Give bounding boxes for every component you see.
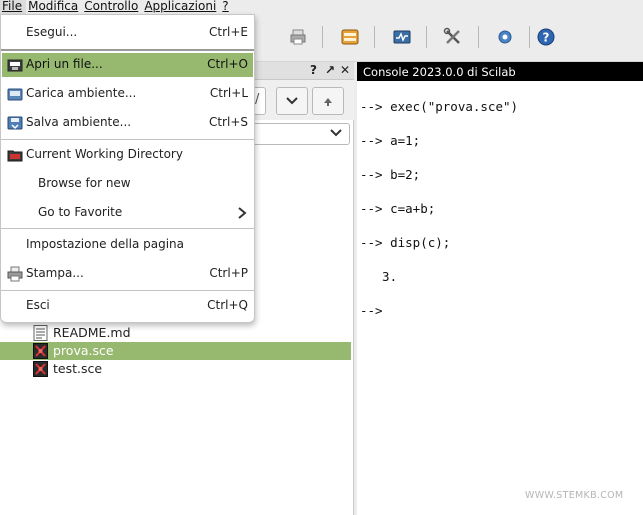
console-line: --> a=1; — [360, 133, 421, 148]
console-line: --> b=2; — [360, 167, 421, 182]
menu-item-shortcut: Ctrl+P — [209, 266, 248, 280]
menu-controllo[interactable]: Controllo — [82, 0, 142, 14]
print-icon[interactable] — [286, 25, 310, 49]
folder-up-icon — [324, 98, 332, 106]
watermark: WWW.STEMKB.COM — [525, 490, 624, 501]
open-file-icon — [7, 59, 23, 72]
help-icon[interactable]: ? — [534, 25, 558, 49]
svg-text:?: ? — [543, 31, 550, 45]
menu-help[interactable]: ? — [220, 0, 232, 14]
menu-item-label: Salva ambiente... — [26, 115, 132, 129]
menu-item-label: Apri un file... — [26, 57, 103, 71]
menu-modifica[interactable]: Modifica — [26, 0, 82, 14]
file-menu-dropdown: Esegui... Ctrl+E Apri un file... Ctrl+O … — [0, 14, 255, 323]
menu-item-label: Impostazione della pagina — [26, 237, 184, 251]
menu-item-esci[interactable]: Esci Ctrl+Q — [2, 294, 253, 318]
menu-applicazioni[interactable]: Applicazioni — [142, 0, 220, 14]
tools-icon[interactable] — [441, 25, 465, 49]
menu-item-label: Browse for new — [38, 176, 131, 190]
menu-item-current-working-directory[interactable]: Current Working Directory — [2, 143, 253, 167]
panel-help-button[interactable]: ? — [310, 63, 317, 77]
menu-item-label: Carica ambiente... — [26, 86, 137, 100]
load-environment-icon — [7, 88, 23, 101]
folder-icon — [7, 150, 23, 162]
file-name: README.md — [53, 325, 131, 340]
toolbar-separator — [529, 26, 530, 48]
console-line: --> exec("prova.sce") — [360, 99, 519, 114]
menu-item-apri-file[interactable]: Apri un file... Ctrl+O — [2, 53, 253, 77]
panel-close-button[interactable]: ✕ — [340, 63, 350, 77]
file-name: prova.sce — [53, 343, 114, 358]
chevron-right-icon — [238, 207, 247, 219]
toolbar-separator — [374, 26, 375, 48]
xcos-icon[interactable] — [390, 25, 414, 49]
text-file-icon — [33, 325, 48, 341]
menu-separator — [1, 49, 254, 51]
menu-item-label: Esegui... — [26, 25, 78, 39]
scilab-file-icon — [33, 361, 48, 377]
menu-item-browse-for-new[interactable]: Browse for new — [2, 172, 253, 196]
toolbar-separator — [478, 26, 479, 48]
scilab-file-icon — [33, 343, 48, 359]
sci-notes-icon[interactable] — [338, 25, 362, 49]
menu-item-label: Stampa... — [26, 266, 84, 280]
menu-item-shortcut: Ctrl+S — [208, 115, 248, 129]
menu-separator — [1, 139, 254, 140]
toolbar-separator — [426, 26, 427, 48]
panel-undock-button[interactable]: ↗ — [325, 63, 335, 77]
save-environment-icon — [7, 116, 23, 130]
toolbar-separator — [322, 26, 323, 48]
path-fragment: / — [255, 92, 260, 107]
menu-item-esegui[interactable]: Esegui... Ctrl+E — [2, 21, 253, 45]
path-history-button[interactable] — [276, 87, 308, 115]
menu-separator — [1, 290, 254, 291]
console-panel[interactable]: Console 2023.0.0 di Scilab --> exec("pro… — [357, 62, 643, 515]
file-name: test.sce — [53, 361, 103, 376]
menu-item-carica-ambiente[interactable]: Carica ambiente... Ctrl+L — [2, 82, 253, 106]
menu-item-go-to-favorite[interactable]: Go to Favorite — [2, 201, 253, 225]
module-manager-icon[interactable] — [493, 25, 517, 49]
console-output: 3. — [367, 269, 398, 284]
file-row-readme[interactable]: README.md — [0, 324, 351, 342]
menu-item-shortcut: Ctrl+L — [209, 86, 248, 100]
menu-item-shortcut: Ctrl+O — [207, 57, 248, 71]
console-title: Console 2023.0.0 di Scilab — [357, 62, 643, 81]
chevron-down-icon — [286, 97, 298, 105]
file-row-test[interactable]: test.sce — [0, 360, 351, 378]
file-row-prova[interactable]: prova.sce — [0, 342, 351, 360]
menu-item-shortcut: Ctrl+E — [209, 25, 248, 39]
menu-item-shortcut: Ctrl+Q — [207, 298, 248, 312]
menu-item-label: Go to Favorite — [38, 205, 123, 219]
menubar: File Modifica Controllo Applicazioni ? — [0, 0, 643, 14]
menu-item-salva-ambiente[interactable]: Salva ambiente... Ctrl+S — [2, 111, 253, 135]
parent-dir-button[interactable] — [312, 87, 344, 115]
chevron-down-icon — [330, 129, 342, 137]
menu-file[interactable]: File — [0, 0, 27, 14]
console-line: --> disp(c); — [360, 235, 451, 250]
menu-item-label: Esci — [26, 298, 50, 312]
menu-item-impostazione-pagina[interactable]: Impostazione della pagina — [2, 233, 253, 257]
console-prompt: --> — [360, 303, 383, 318]
menu-item-stampa[interactable]: Stampa... Ctrl+P — [2, 262, 253, 286]
menu-item-label: Current Working Directory — [26, 147, 183, 161]
console-line: --> c=a+b; — [360, 201, 436, 216]
menu-separator — [1, 228, 254, 229]
print-icon — [7, 266, 23, 282]
